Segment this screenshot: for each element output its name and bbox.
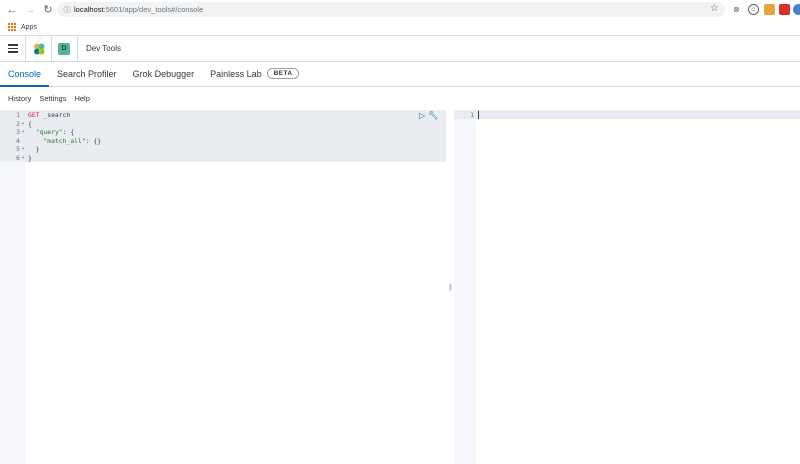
json-key: "query" [35, 128, 63, 137]
dev-tools-tabs: Console Search Profiler Grok Debugger Pa… [0, 62, 800, 87]
url-host: localhost [74, 5, 104, 14]
fold-toggle-icon[interactable]: ▾ [20, 154, 26, 163]
space-avatar: D [58, 42, 70, 55]
kibana-header: D Dev Tools [0, 35, 800, 62]
tab-label: Console [8, 68, 42, 79]
tab-grok-debugger[interactable]: Grok Debugger [125, 61, 203, 86]
line-number: 3 [16, 128, 20, 137]
code-text: "match_all": {} [28, 137, 101, 146]
code-line: 4 "match_all": {} [0, 137, 446, 146]
console-menu: History Settings Help [0, 94, 90, 108]
tab-label: Grok Debugger [132, 68, 195, 79]
line-number: 5 [16, 145, 20, 154]
back-icon[interactable]: ← [3, 0, 21, 19]
code-text: } [28, 153, 32, 162]
code-line: 3 ▾ "query": { [0, 128, 446, 137]
space-selector[interactable]: D [52, 35, 78, 62]
output-active-line [454, 110, 800, 119]
pane-resizer[interactable]: || [446, 110, 454, 464]
json-key: "match_all" [43, 136, 86, 145]
code-text: } [28, 145, 40, 154]
http-method: GET [28, 111, 40, 119]
json-value: : { [62, 128, 75, 137]
tab-label: Painless Lab [210, 68, 262, 79]
request-path: _search [39, 111, 71, 119]
tab-label: Search Profiler [57, 68, 117, 79]
bookmarks-bar: Apps [0, 19, 800, 36]
request-editor[interactable]: 1 GET _search 2 ▾ { 3 ▾ "query": { 4 "ma… [0, 110, 446, 464]
code-text: "query": { [28, 128, 74, 137]
apps-icon[interactable] [8, 22, 17, 32]
line-number: 6 [16, 153, 20, 162]
bookmark-star-icon[interactable]: ☆ [710, 3, 719, 14]
editor-gutter [0, 110, 26, 464]
fold-toggle-icon[interactable]: ▾ [20, 128, 26, 137]
tab-console[interactable]: Console [0, 61, 50, 87]
output-gutter [454, 110, 476, 464]
drag-handle-icon[interactable]: || [449, 284, 451, 291]
line-number: 4 [16, 136, 20, 145]
code-line: 2 ▾ { [0, 120, 446, 129]
fold-toggle [20, 137, 26, 146]
extension-icon[interactable]: ⊗ [731, 4, 742, 15]
play-icon[interactable]: ▷ [419, 111, 425, 120]
apps-bookmark[interactable]: Apps [21, 24, 37, 31]
tab-painless-lab[interactable]: Painless Lab BETA [202, 61, 307, 86]
extension-icon[interactable] [764, 4, 775, 15]
kibana-logo-icon[interactable] [26, 35, 52, 62]
fold-toggle-icon[interactable]: ▾ [20, 120, 26, 129]
extension-icon[interactable]: ☺ [748, 4, 759, 15]
browser-toolbar: ← → ↻ ⓘ localhost:5601/app/dev_tools#/co… [0, 0, 800, 19]
line-number: 2 [16, 119, 20, 128]
hamburger-menu-icon[interactable] [0, 35, 26, 62]
line-number: 1 [470, 111, 474, 119]
settings-link[interactable]: Settings [39, 94, 66, 108]
response-output[interactable]: 1 [454, 110, 800, 464]
tab-search-profiler[interactable]: Search Profiler [49, 61, 125, 86]
history-link[interactable]: History [8, 94, 31, 108]
forward-icon[interactable]: → [21, 0, 39, 19]
code-line: 1 GET _search [0, 111, 446, 120]
code-text: { [28, 119, 32, 128]
code-line: 6 ▾ } [0, 154, 446, 163]
editor-code[interactable]: 1 GET _search 2 ▾ { 3 ▾ "query": { 4 "ma… [0, 111, 446, 163]
help-link[interactable]: Help [74, 94, 89, 108]
reload-icon[interactable]: ↻ [39, 0, 57, 19]
breadcrumb: Dev Tools [86, 44, 121, 53]
url-path: :5601/app/dev_tools#/console [103, 5, 204, 14]
site-info-icon[interactable]: ⓘ [60, 5, 74, 15]
text-cursor [478, 111, 479, 119]
code-text: GET _search [28, 111, 70, 120]
request-actions: ▷ 🔧︎ [419, 111, 438, 120]
extension-icon[interactable] [779, 4, 790, 15]
line-number: 1 [16, 111, 20, 119]
address-bar[interactable]: ⓘ localhost:5601/app/dev_tools#/console … [57, 2, 725, 17]
json-value: : {} [85, 136, 102, 145]
wrench-icon[interactable]: 🔧︎ [428, 111, 438, 120]
fold-toggle [20, 111, 26, 120]
fold-toggle-icon[interactable]: ▾ [20, 145, 26, 154]
code-line: 5 ▾ } [0, 145, 446, 154]
beta-badge: BETA [266, 68, 300, 79]
extension-icon[interactable] [793, 4, 800, 15]
